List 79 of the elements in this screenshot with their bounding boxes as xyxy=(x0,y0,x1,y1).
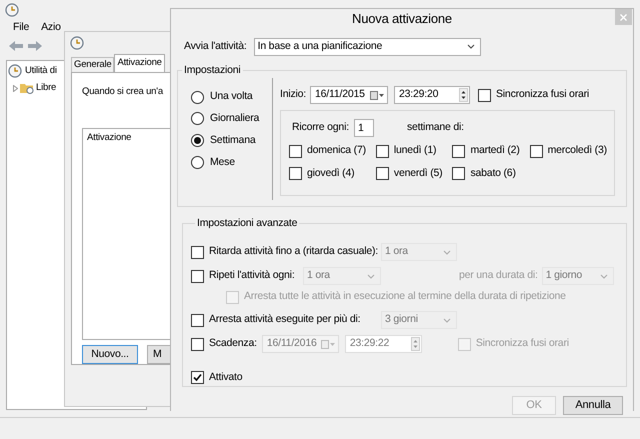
folder-icon xyxy=(20,82,34,94)
caret-icon xyxy=(367,274,375,279)
forward-arrow-icon xyxy=(27,40,43,52)
checkbox-label: Ripeti l'attività ogni: xyxy=(209,268,295,284)
checkbox[interactable] xyxy=(452,167,466,180)
field-label: Avvia l'attività: xyxy=(184,38,247,54)
spinner-icon xyxy=(459,88,468,102)
button[interactable]: Annulla xyxy=(563,396,623,414)
dropdown[interactable]: 1 giorno xyxy=(542,267,614,286)
checkbox[interactable] xyxy=(191,270,204,283)
field-label: Inizio: xyxy=(280,87,308,102)
checkbox[interactable] xyxy=(376,144,389,158)
calendar-icon xyxy=(320,339,335,349)
radio-button[interactable] xyxy=(191,134,204,148)
dropdown[interactable]: 1 ora xyxy=(381,243,457,262)
expand-icon xyxy=(13,84,18,92)
radio-button[interactable] xyxy=(191,112,204,126)
description-text: Quando si crea un'a xyxy=(82,85,163,99)
checkbox-label: sabato (6) xyxy=(470,166,516,181)
checkbox-label: lunedì (1) xyxy=(394,143,436,158)
field-label: per una durata di: xyxy=(459,268,538,284)
time-field[interactable]: 23:29:20 xyxy=(394,86,470,104)
spinner-icon xyxy=(410,337,420,351)
radio-button[interactable] xyxy=(191,156,204,169)
tree-item[interactable]: Utilità di xyxy=(25,64,57,78)
date-field[interactable]: 16/11/2016 xyxy=(262,335,339,353)
checkbox[interactable] xyxy=(191,338,204,350)
checkbox[interactable] xyxy=(191,246,204,259)
time-field[interactable]: 23:29:22 xyxy=(344,335,422,353)
radio-label: Mese xyxy=(210,154,235,170)
checkbox-label: mercoledì (3) xyxy=(548,143,607,158)
menu-item[interactable]: Azio xyxy=(41,20,61,36)
checkbox-label: giovedì (4) xyxy=(307,166,354,181)
checkbox-label: martedì (2) xyxy=(470,143,520,158)
checkbox[interactable] xyxy=(478,88,491,102)
checkbox-label: Sincronizza fusi orari xyxy=(476,336,569,352)
dialog-title: Nuova attivazione xyxy=(352,10,452,28)
caret-icon xyxy=(600,274,608,279)
tab[interactable]: Generale xyxy=(71,57,114,72)
checkbox-label: venerdì (5) xyxy=(394,166,442,181)
radio-label: Una volta xyxy=(210,89,253,104)
caret-icon xyxy=(443,250,451,255)
clock-icon xyxy=(70,36,84,50)
tree-item[interactable]: Libre xyxy=(36,81,56,96)
field-label: settimane di: xyxy=(406,120,464,136)
dropdown[interactable]: 3 giorni xyxy=(381,311,457,329)
number-field[interactable]: 1 xyxy=(354,119,374,138)
checkbox[interactable] xyxy=(452,144,466,158)
checkbox-label: Attivato xyxy=(209,370,242,385)
checkbox[interactable] xyxy=(191,314,204,326)
checkbox[interactable] xyxy=(376,167,389,180)
checkbox[interactable] xyxy=(289,167,302,180)
checkbox-label: Arresta tutte le attività in esecuzione al termine della durata di ripetizione xyxy=(244,289,566,304)
caret-icon xyxy=(443,318,451,322)
back-arrow-icon xyxy=(8,40,24,52)
tab[interactable]: Attivazione xyxy=(114,54,165,72)
dropdown[interactable]: 1 ora xyxy=(303,267,381,286)
checkbox-label: Ritarda attività fino a (ritarda casuale): xyxy=(209,244,378,260)
checkbox[interactable] xyxy=(530,144,543,158)
radio-label: Giornaliera xyxy=(210,111,260,126)
field-label: Ricorre ogni: xyxy=(291,120,349,136)
checkbox-label: Sincronizza fusi orari xyxy=(496,87,590,102)
dropdown[interactable]: In base a una pianificazione xyxy=(254,38,481,56)
caret-icon xyxy=(466,44,475,49)
button[interactable]: Nuovo... xyxy=(82,345,138,364)
group-title: Impostazioni avanzate xyxy=(195,216,300,232)
radio-button[interactable] xyxy=(191,90,204,104)
date-field[interactable]: 16/11/2015 xyxy=(310,86,388,104)
radio-label: Settimana xyxy=(210,132,256,148)
close-icon xyxy=(620,14,627,20)
menu-item[interactable]: File xyxy=(13,20,30,36)
checkbox[interactable] xyxy=(191,371,204,384)
group-title: Impostazioni xyxy=(182,62,243,78)
calendar-icon xyxy=(370,90,384,100)
clock-icon xyxy=(5,3,19,17)
checkbox-label: Arresta attività eseguite per più di: xyxy=(209,312,360,328)
checkbox-label: Scadenza: xyxy=(209,336,257,352)
checkbox[interactable] xyxy=(289,144,302,158)
checkbox-label: domenica (7) xyxy=(307,143,366,158)
